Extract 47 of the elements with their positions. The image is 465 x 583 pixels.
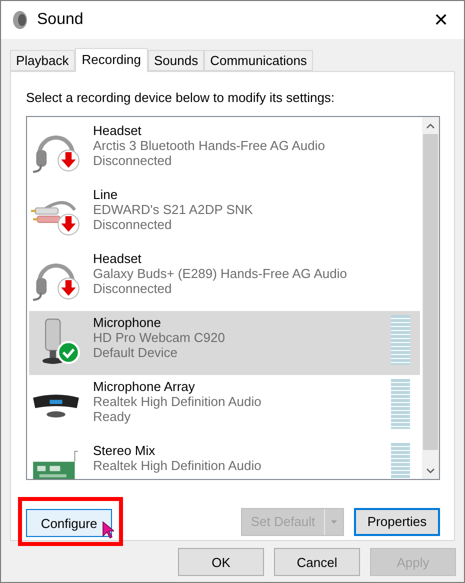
scroll-down-icon[interactable] xyxy=(426,468,435,474)
device-description: Arctis 3 Bluetooth Hands-Free AG Audio xyxy=(93,138,326,153)
tab[interactable]: Recording xyxy=(74,48,148,72)
caret-icon xyxy=(331,518,337,524)
window-title: Sound xyxy=(37,11,84,29)
device-name: Headset xyxy=(93,123,142,138)
dialog-button[interactable]: OK xyxy=(178,548,264,576)
device-item[interactable]: Headset Galaxy Buds+ (E289) Hands-Free AG Audio Disconnected xyxy=(29,247,420,311)
cable-plug-icon xyxy=(31,201,76,223)
circuit-board-icon xyxy=(33,450,78,479)
speaker-icon xyxy=(11,10,29,30)
device-name: Microphone xyxy=(93,315,162,330)
device-name: Line xyxy=(93,187,119,202)
device-item[interactable]: Microphone Array Realtek High Definition Audio Ready xyxy=(29,375,420,439)
device-button[interactable]: Properties xyxy=(354,508,440,536)
level-meter xyxy=(391,315,410,365)
device-description: HD Pro Webcam C920 xyxy=(93,330,226,345)
level-meter xyxy=(391,379,410,429)
device-status: Ready xyxy=(93,409,132,424)
device-item[interactable]: Headset Arctis 3 Bluetooth Hands-Free AG Audio Disconnected xyxy=(29,119,420,183)
device-name: Microphone Array xyxy=(93,379,196,394)
device-item[interactable]: Line EDWARD's S21 A2DP SNK Disconnected xyxy=(29,183,420,247)
device-name: Stereo Mix xyxy=(93,443,156,458)
level-meter xyxy=(391,443,410,479)
scrollbar[interactable] xyxy=(422,117,439,479)
dialog-button[interactable]: Cancel xyxy=(274,548,360,576)
device-description: Realtek High Definition Audio xyxy=(93,458,262,473)
device-status: Disconnected xyxy=(93,153,173,168)
device-description: Galaxy Buds+ (E289) Hands-Free AG Audio xyxy=(93,266,348,281)
scroll-up-icon[interactable] xyxy=(426,122,435,128)
device-description: EDWARD's S21 A2DP SNK xyxy=(93,202,254,217)
instruction-text: Select a recording device below to modify its settings: xyxy=(26,90,336,105)
close-button[interactable]: ✕ xyxy=(418,1,464,39)
microphone-icon xyxy=(42,318,64,364)
device-item[interactable]: Microphone HD Pro Webcam C920 Default Device xyxy=(29,311,420,375)
device-button[interactable]: Configure xyxy=(26,509,112,537)
device-name: Headset xyxy=(93,251,142,266)
cursor-icon xyxy=(102,521,114,539)
tab[interactable]: Playback xyxy=(10,50,75,71)
device-status: Default Device xyxy=(93,345,179,360)
device-item[interactable]: Stereo Mix Realtek High Definition Audio xyxy=(29,439,420,479)
device-description: Realtek High Definition Audio xyxy=(93,394,262,409)
microphone-array-icon xyxy=(33,394,79,418)
tab[interactable]: Sounds xyxy=(148,50,204,71)
tab[interactable]: Communications xyxy=(204,50,313,71)
device-status: Disconnected xyxy=(93,281,173,296)
device-status: Disconnected xyxy=(93,217,173,232)
